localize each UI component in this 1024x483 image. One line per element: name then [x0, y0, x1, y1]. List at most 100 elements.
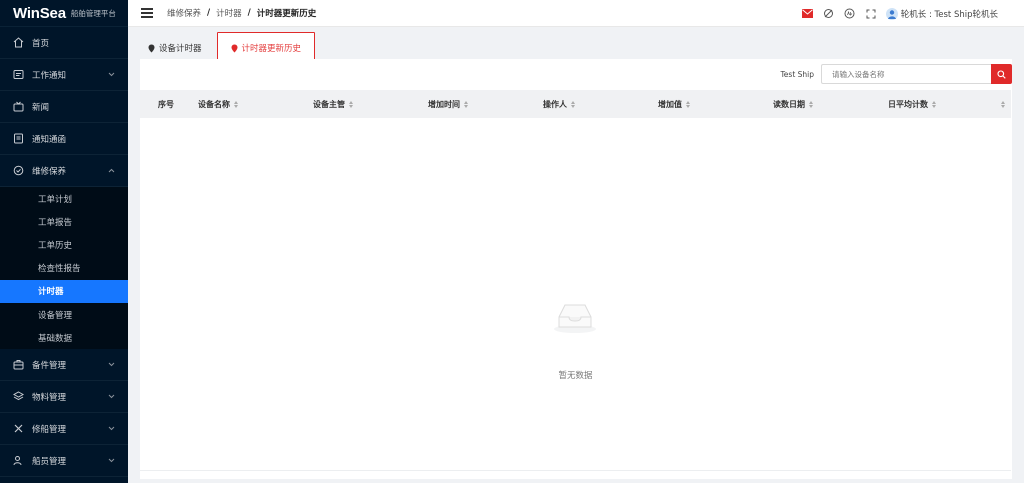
main-content: 设备计时器 计时器更新历史 Test Ship 序号	[128, 27, 1024, 483]
sidebar-item-materials[interactable]: 物料管理	[0, 381, 128, 414]
chevron-down-icon	[108, 360, 115, 370]
chevron-up-icon	[108, 166, 115, 176]
sidebar-item-label: 维修保养	[32, 166, 67, 177]
maintenance-submenu: 工单计划 工单报告 工单历史 检查性报告 计时器 设备管理 基础数据	[0, 187, 128, 350]
sort-icon[interactable]	[932, 100, 936, 108]
logo[interactable]: WinSea 船舶管理平台	[0, 0, 128, 27]
sort-icon[interactable]	[809, 100, 813, 108]
crew-icon	[12, 455, 24, 467]
circular-icon	[12, 133, 24, 145]
column-label: 设备主管	[313, 99, 345, 109]
empty-state: 暂无数据	[140, 118, 1011, 470]
menu-toggle-icon[interactable]	[141, 6, 153, 21]
sort-icon[interactable]	[349, 100, 353, 108]
column-label: 增加值	[658, 99, 682, 109]
user-name: 轮机长 : Test Ship轮机长	[900, 9, 998, 20]
sidebar-item-label: 工作通知	[32, 70, 67, 81]
pin-icon	[231, 44, 238, 53]
breadcrumb-separator: /	[247, 8, 251, 18]
breadcrumb-item[interactable]: 维修保养	[167, 7, 201, 19]
table-header: 序号 设备名称 设备主管 增加时间 操作人 增加值 读数日期 日平均计数	[140, 90, 1011, 118]
language-icon[interactable]	[844, 8, 856, 20]
content-card: Test Ship 序号 设备名称 设备主管	[140, 59, 1012, 479]
breadcrumb-separator: /	[207, 8, 211, 18]
empty-inbox-icon	[551, 300, 599, 337]
pin-icon	[148, 44, 155, 53]
search-button[interactable]	[991, 64, 1012, 84]
sidebar-item-home[interactable]: 首页	[0, 27, 128, 59]
breadcrumb-item[interactable]: 计时器	[216, 7, 242, 19]
chevron-down-icon	[108, 456, 115, 466]
notice-icon	[12, 69, 24, 81]
mail-icon[interactable]	[802, 8, 814, 20]
column-header-added-time[interactable]: 增加时间	[428, 99, 468, 110]
sidebar-subitem-work-order-history[interactable]: 工单历史	[0, 233, 128, 256]
sidebar-subitem-work-order-report[interactable]: 工单报告	[0, 210, 128, 233]
sidebar-item-label: 备件管理	[32, 360, 67, 371]
search-bar: Test Ship	[780, 64, 1012, 84]
sort-icon[interactable]	[234, 100, 238, 108]
chevron-down-icon	[108, 70, 115, 80]
divider	[140, 470, 1011, 471]
sidebar-item-label: 首页	[32, 38, 50, 49]
sidebar-subitem-base-data[interactable]: 基础数据	[0, 326, 128, 349]
fullscreen-icon[interactable]	[865, 8, 877, 20]
column-header-daily-average[interactable]: 日平均计数	[888, 99, 936, 110]
column-label: 日平均计数	[888, 99, 928, 109]
empty-text: 暂无数据	[558, 371, 593, 381]
search-input[interactable]	[821, 64, 991, 84]
column-header-added-value[interactable]: 增加值	[658, 99, 690, 110]
sidebar-item-label: 修船管理	[32, 424, 67, 435]
sidebar-subitem-inspection-report[interactable]: 检查性报告	[0, 257, 128, 280]
chevron-down-icon	[108, 392, 115, 402]
column-label: 读数日期	[773, 99, 805, 109]
spare-parts-icon	[12, 359, 24, 371]
tab-label: 计时器更新历史	[241, 44, 302, 54]
sort-icon[interactable]	[1001, 100, 1005, 108]
breadcrumb-current: 计时器更新历史	[256, 9, 317, 19]
column-header-reading-date[interactable]: 读数日期	[773, 99, 813, 110]
sidebar-item-circulars[interactable]: 通知通函	[0, 123, 128, 155]
logo-text: WinSea	[13, 4, 66, 22]
sidebar-item-ship-repair[interactable]: 修船管理	[0, 413, 128, 446]
user-menu[interactable]: 轮机长 : Test Ship轮机长	[885, 7, 998, 20]
sort-icon[interactable]	[571, 100, 575, 108]
column-label: 序号	[158, 99, 174, 109]
column-header-equipment-name[interactable]: 设备名称	[198, 99, 238, 110]
sidebar-item-label: 通知通函	[32, 134, 67, 145]
column-settings-icon[interactable]	[997, 100, 1005, 108]
column-header-supervisor[interactable]: 设备主管	[313, 99, 353, 110]
sidebar-item-work-notice[interactable]: 工作通知	[0, 59, 128, 91]
search-icon	[997, 69, 1006, 79]
sort-icon[interactable]	[464, 100, 468, 108]
header-actions: 轮机长 : Test Ship轮机长	[802, 0, 998, 27]
column-label: 操作人	[543, 99, 567, 109]
column-label: 增加时间	[428, 99, 460, 109]
sidebar-item-news[interactable]: 新闻	[0, 91, 128, 123]
sidebar: WinSea 船舶管理平台 首页 工作通知 新闻 通知通函 维修保养 工单计划 …	[0, 0, 128, 483]
sidebar-subitem-equipment[interactable]: 设备管理	[0, 303, 128, 326]
sidebar-item-label: 船员管理	[32, 456, 67, 467]
maintenance-icon	[12, 165, 24, 177]
column-label: 设备名称	[198, 99, 230, 109]
top-bar: 维修保养 / 计时器 / 计时器更新历史 轮机长 : Test Ship轮机长	[128, 0, 1024, 27]
sidebar-item-crew[interactable]: 船员管理	[0, 445, 128, 478]
sidebar-item-label: 新闻	[32, 102, 50, 113]
column-header-operator[interactable]: 操作人	[543, 99, 575, 110]
sidebar-subitem-timer[interactable]: 计时器	[0, 279, 128, 303]
column-header-index: 序号	[158, 99, 174, 110]
news-icon	[12, 101, 24, 113]
avatar-icon	[885, 7, 898, 20]
ship-repair-icon	[12, 423, 24, 435]
home-icon	[12, 37, 24, 49]
sidebar-item-spare-parts[interactable]: 备件管理	[0, 349, 128, 382]
logo-subtitle: 船舶管理平台	[70, 8, 116, 18]
visibility-off-icon[interactable]	[823, 8, 835, 20]
ship-label: Test Ship	[780, 69, 814, 79]
sidebar-subitem-work-order-plan[interactable]: 工单计划	[0, 187, 128, 210]
sidebar-item-label: 物料管理	[32, 392, 67, 403]
sort-icon[interactable]	[686, 100, 690, 108]
breadcrumb: 维修保养 / 计时器 / 计时器更新历史	[167, 7, 316, 19]
app-root: WinSea 船舶管理平台 首页 工作通知 新闻 通知通函 维修保养 工单计划 …	[0, 0, 1024, 483]
sidebar-item-maintenance[interactable]: 维修保养	[0, 155, 128, 187]
